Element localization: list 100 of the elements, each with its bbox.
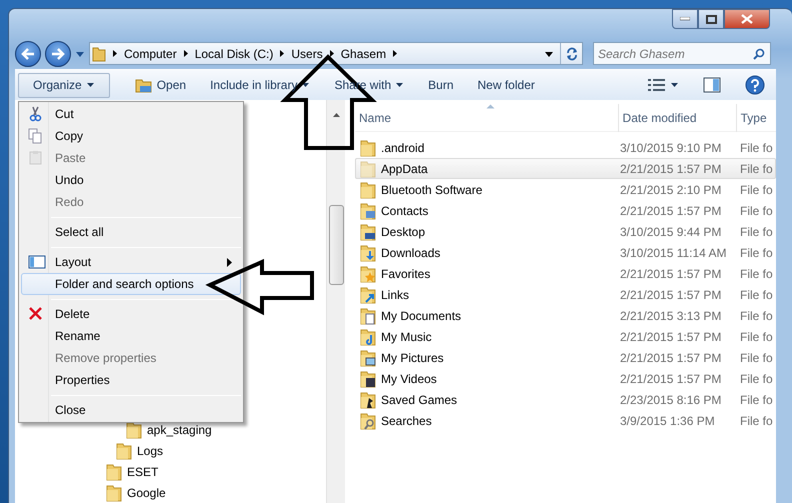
file-type: File fo [740,224,773,238]
file-name: Searches [381,412,432,430]
menu-item[interactable]: Cut [21,103,241,125]
date-modified: 2/21/2015 2:10 PM [620,182,722,196]
back-button[interactable] [15,40,41,66]
layout-icon [28,254,46,270]
file-row[interactable]: Saved Games 2/23/2015 8:16 PM File fo [355,389,776,410]
tree-item[interactable]: Logs [137,442,164,460]
close-button[interactable] [724,9,770,29]
chevron-icon[interactable] [279,49,286,58]
file-type: File fo [740,392,773,406]
dropdown-caret-icon[interactable] [544,50,554,58]
file-name: .android [381,140,424,156]
breadcrumb-link[interactable]: Users [291,44,323,62]
caret-icon [670,82,679,88]
file-row[interactable]: Links 2/21/2015 1:57 PM File fo [355,284,776,305]
chevron-icon[interactable] [182,49,189,58]
file-row[interactable]: Favorites 2/21/2015 1:57 PM File fo [355,263,776,284]
column-header[interactable]: Name [355,104,619,132]
column-header[interactable]: Type [736,104,776,132]
sort-arrow-icon [486,104,496,108]
list-view-icon [648,78,666,92]
tree-item[interactable]: apk_staging [147,420,212,438]
file-name: Desktop [381,224,426,240]
menu-item[interactable]: Rename [21,325,241,347]
caret-icon [301,82,310,88]
chevron-icon[interactable] [112,49,118,58]
date-modified: 3/9/2015 1:36 PM [620,414,715,428]
file-type: File fo [740,414,773,428]
file-row[interactable]: Downloads 3/10/2015 11:14 AM File fo [355,242,776,263]
file-type: File fo [740,350,773,364]
file-row[interactable]: .android 3/10/2015 9:10 PM File fo [355,137,776,158]
breadcrumb-link[interactable]: Computer [124,44,177,62]
column-header[interactable]: Date modified [618,104,737,132]
menu-item[interactable]: Folder and search options [21,273,241,295]
breadcrumb-link[interactable]: Ghasem [340,44,386,62]
file-type: File fo [740,266,773,280]
search-field[interactable]: Search Ghasem [593,42,771,65]
menu-item[interactable]: Close [21,399,241,421]
file-type: File fo [740,246,773,260]
file-type: File fo [740,140,773,154]
chevron-icon[interactable] [392,49,398,58]
toolbar-button[interactable]: Burn [417,72,464,98]
menu-item[interactable]: Delete [21,303,241,325]
help-icon [745,75,765,96]
file-row[interactable]: My Documents 2/21/2015 3:13 PM File fo [355,305,776,326]
date-modified: 2/21/2015 1:57 PM [620,372,722,386]
menu-item[interactable]: Copy [21,125,241,147]
file-row[interactable]: Contacts 2/21/2015 1:57 PM File fo [355,200,776,221]
chevron-icon[interactable] [328,49,335,58]
tree-item[interactable]: ESET [127,462,158,480]
file-row[interactable]: My Pictures 2/21/2015 1:57 PM File fo [355,347,776,368]
recent-pages-caret-icon[interactable] [75,50,85,58]
file-type: File fo [740,372,773,386]
breadcrumb-link[interactable]: Local Disk (C:) [194,44,274,62]
file-row[interactable]: My Videos 2/21/2015 1:57 PM File fo [355,368,776,389]
close-icon [741,14,753,24]
minimize-button[interactable] [672,9,698,29]
open-folder-icon [134,77,153,94]
caret-icon [86,82,95,88]
organize-button[interactable]: Organize [18,72,110,98]
tree-item[interactable]: Google [127,484,166,502]
scroll-thumb[interactable] [329,205,344,285]
file-type: File fo [740,288,773,302]
address-bar[interactable]: Computer Local Disk (C:) Users Ghasem [89,42,583,65]
date-modified: 3/10/2015 9:10 PM [620,140,722,154]
menu-item[interactable]: Properties [21,369,241,391]
menu-item[interactable]: Select all [21,221,241,243]
file-name: Saved Games [381,392,458,408]
refresh-icon [564,46,578,60]
file-name: Links [381,286,410,304]
file-row[interactable]: Searches 3/9/2015 1:36 PM File fo [355,410,776,431]
back-arrow-icon [21,48,35,60]
toolbar-button[interactable]: Include in library [199,72,322,98]
folder-icon [126,420,142,438]
date-modified: 2/21/2015 3:13 PM [620,308,722,322]
file-name: Favorites [381,266,430,282]
file-row[interactable]: AppData 2/21/2015 1:57 PM File fo [355,158,776,179]
file-row[interactable]: Desktop 3/10/2015 9:44 PM File fo [355,221,776,242]
menu-item[interactable]: Undo [21,169,241,191]
file-type: File fo [740,330,773,344]
scroll-up-icon[interactable] [332,112,341,118]
menu-item[interactable]: Layout [21,251,241,273]
date-modified: 3/10/2015 9:44 PM [620,224,722,238]
submenu-arrow-icon [227,258,232,267]
maximize-button[interactable] [698,9,724,29]
toolbar-button[interactable]: New folder [466,72,546,98]
file-type: File fo [740,162,773,176]
forward-button[interactable] [45,40,71,66]
file-name: Contacts [381,202,428,220]
file-type: File fo [740,182,773,196]
folder-icon [106,484,122,502]
forward-arrow-icon [51,48,65,60]
file-row[interactable]: My Music 2/21/2015 1:57 PM File fo [355,326,776,347]
preview-pane-icon [703,77,721,94]
toolbar-button[interactable]: Open [124,72,198,98]
scrollbar[interactable] [326,100,345,503]
file-row[interactable]: Bluetooth Software 2/21/2015 2:10 PM File fo [355,179,776,200]
file-name: My Pictures [381,350,444,366]
file-name: AppData [381,160,428,178]
